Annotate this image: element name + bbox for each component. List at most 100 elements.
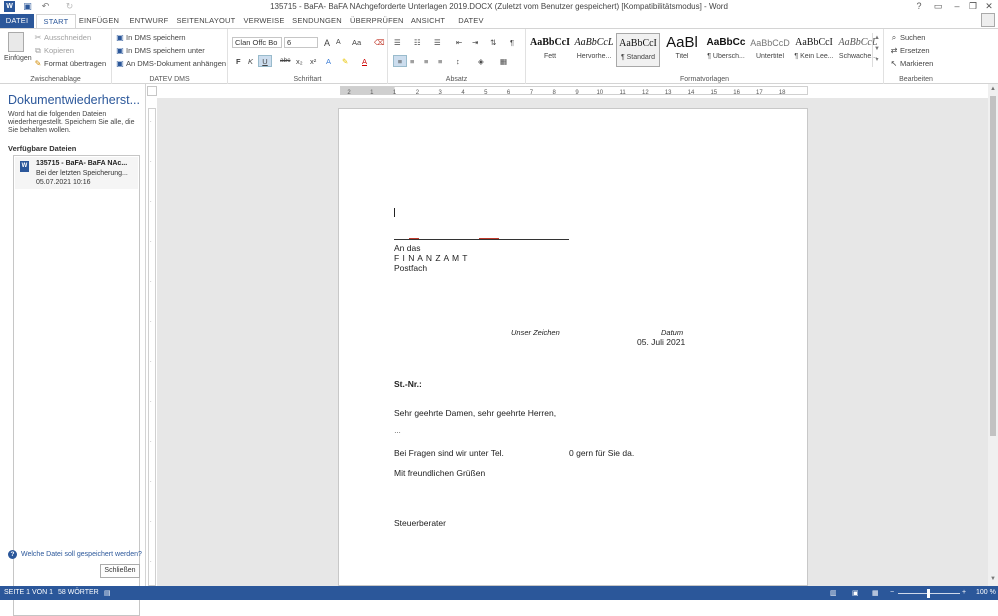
date-value: 05. Juli 2021 [637, 337, 686, 347]
vertical-ruler-tick: · [150, 239, 152, 245]
style-hervorhebung[interactable]: AaBbCcL Hervorhe... [572, 33, 616, 67]
increase-indent-icon[interactable]: ⇥ [472, 38, 478, 47]
highlight-icon[interactable]: ✎ [342, 57, 348, 66]
restore-button[interactable]: ❐ [966, 1, 980, 12]
tab-verweise[interactable]: VERWEISE [242, 14, 286, 28]
style-fett[interactable]: AaBbCcI Fett [528, 33, 572, 67]
recipient-line2: F I N A N Z A M T [394, 253, 468, 263]
style-titel[interactable]: AaBl Titel [660, 33, 704, 67]
style-ueberschrift[interactable]: AaBbCc ¶ Übersch... [704, 33, 748, 67]
select-button[interactable]: ↖ Markieren [890, 59, 934, 68]
cut-button[interactable]: ✂ Ausschneiden [34, 33, 91, 42]
bold-button[interactable]: F [236, 57, 241, 66]
clear-formatting-icon[interactable]: ⌫ [374, 38, 385, 47]
vertical-ruler-tick: · [150, 119, 152, 125]
multilevel-list-icon[interactable]: ☰ [434, 38, 441, 47]
tab-ansicht[interactable]: ANSICHT [408, 14, 448, 28]
font-size-select[interactable]: 6 [284, 37, 318, 48]
horizontal-ruler[interactable]: 2 1 1 2 3 4 5 6 7 8 9 10 11 12 13 14 15 16 17 18 [340, 86, 808, 95]
vertical-ruler-tick: · [150, 439, 152, 445]
close-recovery-button[interactable]: Schließen [100, 564, 140, 578]
tab-datei[interactable]: DATEI [0, 14, 34, 28]
vertical-ruler[interactable]: · · · · · · · · · · · · [148, 108, 156, 586]
tab-datev[interactable]: DATEV [454, 14, 488, 28]
attach-dms-button[interactable]: ▣ An DMS-Dokument anhängen [116, 59, 226, 68]
bullets-icon[interactable]: ☰ [394, 38, 401, 47]
zoom-slider-thumb[interactable] [927, 589, 930, 598]
scroll-thumb[interactable] [990, 96, 996, 436]
replace-button[interactable]: ⇄ Ersetzen [890, 46, 930, 55]
superscript-button[interactable]: x² [310, 57, 316, 66]
web-layout-icon[interactable]: ▦ [872, 589, 879, 597]
editing-group-label: Bearbeiten [899, 76, 933, 83]
tab-einfuegen[interactable]: EINFÜGEN [78, 14, 120, 28]
dms-save-as-icon: ▣ [116, 45, 124, 55]
brush-icon: ✎ [34, 58, 42, 68]
print-layout-icon[interactable]: ▣ [852, 589, 859, 597]
recovered-file-item[interactable]: W 135715 - BaFA- BaFA NAc... Bei der let… [15, 157, 138, 189]
ruler-number: 1 [393, 90, 397, 95]
styles-scroll-icon[interactable]: ▲ ▼ ▾ [872, 33, 881, 67]
scroll-up-icon[interactable]: ▲ [989, 86, 997, 94]
tab-sendungen[interactable]: SENDUNGEN [292, 14, 342, 28]
ribbon-display-options-icon[interactable]: ▭ [931, 1, 945, 12]
save-dms-as-button[interactable]: ▣ In DMS speichern unter [116, 46, 205, 55]
font-group-label: Schriftart [293, 76, 322, 83]
dms-attach-icon: ▣ [116, 58, 124, 68]
tab-start[interactable]: START [36, 14, 76, 28]
format-painter-button[interactable]: ✎ Format übertragen [34, 59, 106, 68]
style-standard[interactable]: AaBbCcI ¶ Standard [616, 33, 660, 67]
style-untertitel[interactable]: AaBbCcD Untertitel [748, 33, 792, 67]
justify-icon[interactable]: ≡ [438, 57, 442, 66]
find-button[interactable]: ⌕ Suchen [890, 33, 926, 42]
minimize-button[interactable]: – [950, 1, 964, 12]
change-case-button[interactable]: Aa [352, 38, 361, 47]
align-right-icon[interactable]: ≡ [424, 57, 428, 66]
borders-icon[interactable]: ▦ [500, 57, 507, 66]
italic-button[interactable]: K [248, 57, 253, 66]
strikethrough-button[interactable]: abc [280, 57, 290, 64]
tab-selector[interactable] [147, 86, 157, 96]
font-group: Clan Offc Bo 6 A A Aa ⌫ F K U abc x₂ x² … [228, 29, 388, 84]
vertical-scrollbar[interactable]: ▲ ▼ [988, 84, 998, 586]
close-button[interactable]: ✕ [982, 1, 996, 12]
show-marks-button[interactable]: ¶ [510, 38, 514, 47]
zoom-in-icon[interactable]: + [962, 589, 966, 596]
vertical-ruler-tick: · [150, 559, 152, 565]
ribbon: Einfügen ✂ Ausschneiden ⧉ Kopieren ✎ Format… [0, 28, 998, 84]
shrink-font-button[interactable]: A [336, 39, 341, 46]
tab-entwurf[interactable]: ENTWURF [128, 14, 170, 28]
help-link[interactable]: Welche Datei soll gespeichert werden? [21, 551, 142, 558]
numbering-icon[interactable]: ☷ [414, 38, 421, 47]
closing-text: Mit freundlichen Grüßen [394, 468, 486, 478]
scroll-down-icon[interactable]: ▼ [989, 576, 997, 584]
paste-button[interactable]: Einfügen [4, 32, 32, 68]
underline-button[interactable]: U [258, 55, 272, 67]
font-color-icon[interactable]: A [362, 57, 367, 66]
document-page[interactable]: An das F I N A N Z A M T Postfach Unser … [338, 108, 808, 586]
tab-ueberpruefen[interactable]: ÜBERPRÜFEN [350, 14, 403, 28]
text-effects-icon[interactable]: A [326, 57, 331, 66]
proofing-icon[interactable]: ▤ [104, 589, 111, 597]
copy-button[interactable]: ⧉ Kopieren [34, 46, 74, 55]
word-count[interactable]: 58 WÖRTER [58, 589, 99, 596]
decrease-indent-icon[interactable]: ⇤ [456, 38, 462, 47]
page-counter[interactable]: SEITE 1 VON 1 [4, 589, 53, 596]
help-icon[interactable]: ? [912, 1, 926, 12]
tax-number-label: St.-Nr.: [394, 379, 422, 389]
zoom-out-icon[interactable]: − [890, 589, 894, 596]
shading-icon[interactable]: ◈ [478, 57, 484, 66]
font-family-select[interactable]: Clan Offc Bo [232, 37, 282, 48]
subscript-button[interactable]: x₂ [296, 57, 303, 66]
grow-font-button[interactable]: A [324, 38, 330, 48]
tab-seitenlayout[interactable]: SEITENLAYOUT [176, 14, 236, 28]
user-avatar[interactable] [981, 13, 995, 27]
read-mode-icon[interactable]: ▥ [830, 589, 837, 597]
save-dms-button[interactable]: ▣ In DMS speichern [116, 33, 185, 42]
line-spacing-icon[interactable]: ↕ [456, 57, 460, 66]
style-kein-leerraum[interactable]: AaBbCcI ¶ Kein Lee... [792, 33, 836, 67]
zoom-level[interactable]: 100 % [976, 589, 996, 596]
align-left-icon[interactable]: ≡ [393, 55, 407, 67]
sort-icon[interactable]: ⇅ [490, 38, 496, 47]
align-center-icon[interactable]: ≡ [410, 57, 414, 66]
